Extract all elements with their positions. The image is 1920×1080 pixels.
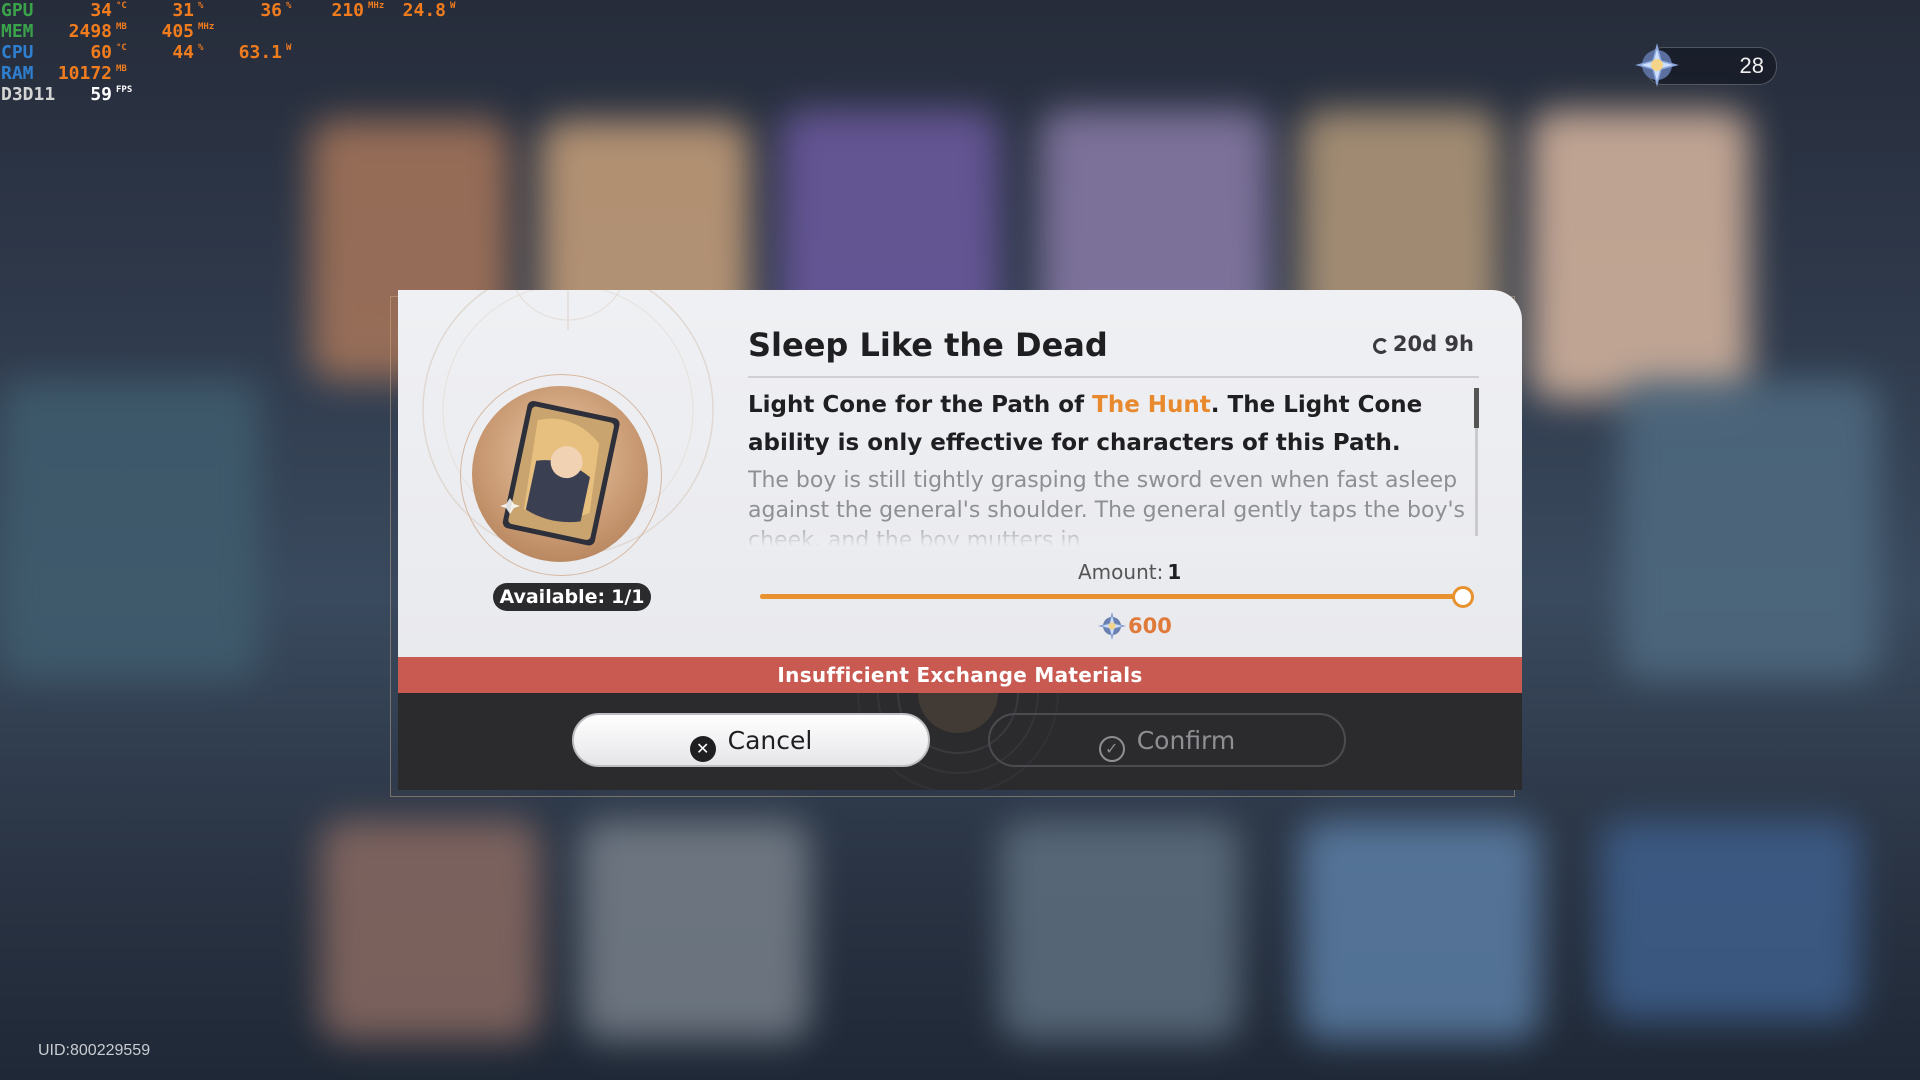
unit: MHz: [198, 22, 215, 32]
dialog-actions: ✕ Cancel ✓ Confirm: [398, 693, 1522, 790]
gpu-clock: 210: [331, 0, 364, 21]
insufficient-materials-warning: Insufficient Exchange Materials: [398, 657, 1522, 693]
unit: MHz: [368, 1, 385, 11]
perf-label: GPU: [1, 0, 34, 21]
currency-amount: 28: [1739, 53, 1764, 78]
cpu-temp: 60: [90, 42, 112, 63]
clock-icon: [1372, 338, 1389, 354]
unit: %: [198, 43, 204, 53]
title-divider: [748, 376, 1479, 378]
amount-value: 1: [1167, 560, 1182, 584]
item-title: Sleep Like the Dead: [748, 326, 1108, 364]
light-cone-card-icon: [500, 400, 620, 546]
description-scroll-thumb[interactable]: [1474, 388, 1479, 428]
perf-label: MEM: [1, 21, 34, 42]
available-label: Available:: [499, 586, 606, 608]
cost-value: 600: [1128, 614, 1172, 638]
confirm-label: Confirm: [1136, 726, 1236, 755]
path-name: The Hunt: [1092, 392, 1211, 418]
amount-slider-handle[interactable]: [1452, 586, 1474, 608]
desc-prefix: Light Cone for the Path of: [748, 392, 1093, 418]
cancel-label: Cancel: [727, 726, 813, 755]
star-rail-special-pass-icon: [1635, 43, 1679, 87]
cpu-load: 44: [172, 42, 194, 63]
unit: MB: [116, 22, 127, 32]
cpu-power: 63.1: [238, 42, 282, 63]
light-cone-portrait: [472, 386, 648, 562]
unit: %: [198, 1, 204, 11]
cancel-button[interactable]: ✕ Cancel: [572, 713, 930, 767]
available-value: 1/1: [611, 586, 645, 608]
gpu-temp: 34: [90, 0, 112, 21]
close-circle-icon: ✕: [689, 736, 716, 762]
gpu-power: 24.8: [402, 0, 446, 21]
perf-label: D3D11: [1, 84, 56, 105]
mem-used: 2498: [68, 21, 112, 42]
amount-display: Amount: 1: [1078, 560, 1181, 584]
perf-label: RAM: [1, 63, 34, 84]
mem-clock: 405: [161, 21, 194, 42]
flavor-fade: [748, 520, 1478, 550]
ram-used: 10172: [57, 63, 112, 84]
time-remaining: 20d 9h: [1372, 332, 1474, 356]
available-badge: Available: 1/1: [493, 583, 651, 611]
gpu-load-2: 36: [260, 0, 282, 21]
unit: FPS: [116, 85, 133, 95]
perf-label: CPU: [1, 42, 34, 63]
dialog-body: Available: 1/1 Sleep Like the Dead 20d 9h…: [398, 290, 1522, 657]
amount-label: Amount:: [1078, 560, 1164, 584]
check-circle-icon: ✓: [1098, 736, 1125, 762]
amount-slider-fill: [760, 594, 1463, 599]
fps-value: 59: [90, 84, 112, 105]
unit: MB: [116, 64, 127, 74]
unit: °C: [116, 1, 127, 11]
unit: °C: [116, 43, 127, 53]
exchange-dialog: Available: 1/1 Sleep Like the Dead 20d 9h…: [398, 290, 1522, 790]
gpu-load: 31: [172, 0, 194, 21]
star-rail-special-pass-icon: [1098, 612, 1126, 640]
timer-text: 20d 9h: [1392, 332, 1474, 356]
uid-label: UID:800229559: [38, 1042, 151, 1059]
special-pass-counter[interactable]: 28: [1635, 43, 1777, 87]
unit: W: [286, 43, 292, 53]
unit: W: [450, 1, 456, 11]
item-description: Light Cone for the Path of The Hunt. The…: [748, 386, 1468, 462]
unit: %: [286, 1, 292, 11]
confirm-button[interactable]: ✓ Confirm: [988, 713, 1346, 767]
exchange-cost: 600: [1098, 612, 1172, 640]
